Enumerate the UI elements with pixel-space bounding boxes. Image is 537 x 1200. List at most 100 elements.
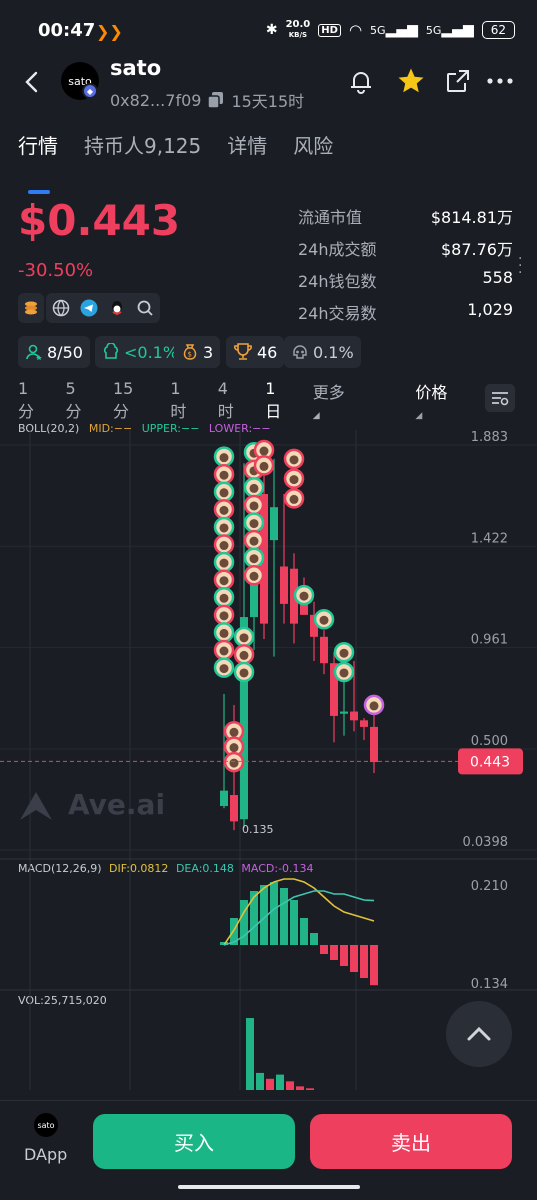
candle-body [370, 726, 378, 763]
tab-risk[interactable]: 风险 [293, 130, 333, 180]
buy-button[interactable]: 买入 [93, 1114, 295, 1169]
holders-chip-value: 8/50 [47, 342, 83, 362]
tf-1h[interactable]: 1时 [170, 379, 195, 422]
candle-body [350, 711, 358, 721]
marker-face [289, 494, 299, 504]
current-price: $0.443 [18, 196, 181, 245]
marker-face [219, 576, 229, 586]
status-bar: 00:47 ❯❯ ✱ 20.0 KB/S HD ◠ 5G▂▄▆ 5G▂▄▆ 62 [0, 0, 537, 62]
net-speed: 20.0 KB/S [286, 20, 311, 40]
tab-holders[interactable]: 持币人9,125 [84, 130, 201, 180]
marker-face [319, 615, 329, 625]
trader-avatar-marker [213, 534, 235, 555]
back-arrow-icon[interactable] [20, 70, 44, 94]
sell-button[interactable]: 卖出 [310, 1114, 512, 1169]
macd-histogram-bar [300, 918, 308, 945]
top10-chip-value: <0.1% [124, 342, 179, 362]
marker-face [239, 668, 249, 678]
tf-more[interactable]: 更多 ◢ [313, 379, 394, 422]
trader-avatar-marker [363, 694, 385, 716]
macd-histogram-bar [370, 945, 378, 986]
candle-body [270, 507, 278, 541]
user-star-icon [26, 344, 42, 361]
marker-face [369, 701, 379, 711]
trader-avatar-marker [213, 587, 235, 608]
trader-avatar-marker [333, 661, 355, 683]
tf-price[interactable]: 价格 ◢ [415, 379, 496, 422]
dapp-label[interactable]: DApp [24, 1145, 67, 1164]
copy-icon[interactable] [207, 91, 225, 109]
tf-5m[interactable]: 5分 [65, 379, 90, 422]
coin-stack-icon[interactable] [18, 293, 44, 323]
money-bag-icon: $ [183, 344, 197, 360]
star-favorite-icon[interactable] [396, 66, 426, 96]
trader-avatar-marker [223, 751, 245, 773]
volume-bar [286, 1081, 294, 1090]
watermark-text: Ave.ai [68, 788, 165, 821]
volume-bar [246, 1018, 254, 1090]
trader-avatar-marker [213, 604, 235, 626]
holders-chip[interactable]: 8/50 [18, 336, 90, 368]
tab-market[interactable]: 行情 [18, 130, 58, 194]
tab-details[interactable]: 详情 [227, 130, 267, 180]
dev-chip[interactable]: 0.1% [284, 336, 361, 368]
ave-logo-icon [20, 792, 52, 820]
marker-face [229, 727, 239, 737]
current-price-text: 0.443 [470, 754, 510, 770]
signal-5g-1: 5G▂▄▆ [370, 22, 418, 38]
more-options-icon[interactable] [485, 66, 515, 96]
net-speed-value: 20.0 [285, 19, 311, 30]
scroll-to-top-button[interactable] [446, 1001, 512, 1067]
dapp-avatar[interactable]: sato [34, 1113, 58, 1137]
dev-chip-value: 0.1% [313, 342, 354, 362]
bluetooth-icon: ✱ [265, 22, 278, 38]
tf-1m[interactable]: 1分 [18, 379, 43, 422]
trader-avatar-marker [243, 494, 265, 516]
stats-more-icon[interactable]: · · · [518, 252, 522, 280]
marker-face [339, 648, 349, 658]
signal-5g-1-label: 5G [370, 24, 386, 37]
bell-icon[interactable] [346, 66, 376, 96]
trader-avatar-marker [313, 608, 335, 630]
telegram-icon[interactable] [80, 299, 98, 317]
chart-settings-icon[interactable] [485, 384, 515, 412]
caret-down-icon: ◢ [415, 410, 423, 421]
candle-body [280, 566, 288, 604]
marker-face [249, 554, 259, 564]
macd-histogram-bar [250, 891, 258, 945]
marker-face [259, 446, 269, 456]
trophy-chip-value: 46 [257, 342, 278, 362]
trader-avatar-marker [213, 516, 235, 538]
trader-avatar-marker [213, 657, 235, 678]
token-address-row: 0x82...7f09 15天15时 [110, 88, 304, 112]
tf-1d[interactable]: 1日 [265, 379, 290, 422]
trader-avatar-marker [233, 644, 255, 665]
top10-chip[interactable]: <0.1% [95, 336, 186, 368]
search-icon[interactable] [136, 299, 154, 317]
market-stats: 流通市值 $814.81万 24h成交额 $87.76万 24h钱包数 558 24h… [298, 204, 513, 332]
share-external-icon[interactable] [443, 66, 473, 96]
ave-watermark: Ave.ai [20, 788, 165, 821]
trader-avatar-marker [333, 641, 355, 663]
tf-15m[interactable]: 15分 [113, 379, 148, 422]
marker-face [219, 628, 229, 638]
qq-icon[interactable] [108, 299, 126, 317]
marker-face [249, 536, 259, 546]
signal-5g-2-label: 5G [425, 24, 442, 37]
price-chart[interactable]: 1.8831.4220.9610.5000.0398 Ave.ai 0.135 … [0, 430, 537, 1100]
net-speed-unit: KB/S [288, 31, 308, 39]
bottom-action-bar: sato DApp 买入 卖出 [0, 1100, 537, 1200]
candle-body [220, 790, 228, 807]
marker-face [219, 523, 229, 533]
trader-avatar-marker [213, 499, 235, 520]
stat-row: 24h交易数 1,029 [298, 300, 513, 332]
candle-body [340, 711, 348, 714]
website-globe-icon[interactable] [52, 299, 70, 317]
candle-body [360, 720, 368, 727]
tf-4h[interactable]: 4时 [218, 379, 243, 422]
bag-chip[interactable]: $ 3 [174, 336, 221, 368]
marker-face [259, 461, 269, 471]
marker-face [219, 611, 229, 621]
trophy-chip[interactable]: 46 [226, 336, 285, 368]
chart-grid: 1.883 1.422 0.961 0.500 0.0398 [0, 430, 537, 1090]
